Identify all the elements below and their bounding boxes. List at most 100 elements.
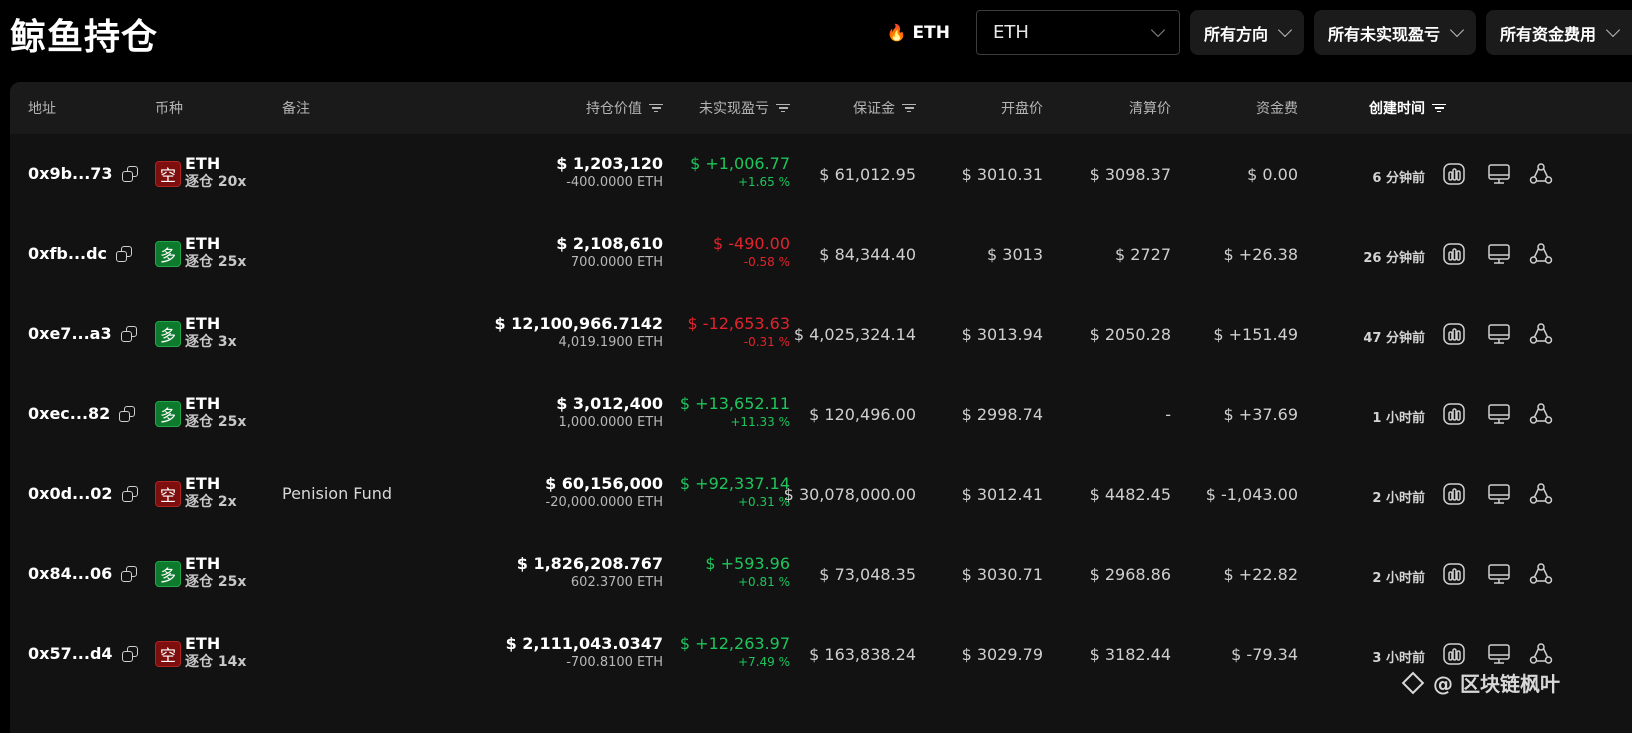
table-row[interactable]: 0x9b...73 空 ETH 逐仓 20x $ 1,203,120 -400.0000 … bbox=[10, 134, 1632, 214]
created-time: 2 小时前 bbox=[1372, 491, 1425, 506]
liq-price-value: - bbox=[1165, 405, 1171, 424]
margin-value: $ 84,344.40 bbox=[819, 245, 916, 264]
monitor-icon[interactable] bbox=[1487, 562, 1511, 586]
funding-filter-button[interactable]: 所有资金费用 bbox=[1485, 10, 1632, 55]
side-badge: 空 bbox=[155, 481, 181, 507]
share-icon[interactable] bbox=[1529, 482, 1553, 506]
pnl-percent: -0.31 % bbox=[743, 334, 790, 349]
chart-icon[interactable] bbox=[1442, 162, 1466, 186]
coin-symbol: ETH bbox=[185, 154, 221, 173]
filter-sort-icon bbox=[1432, 103, 1446, 113]
share-icon[interactable] bbox=[1529, 642, 1553, 666]
share-icon[interactable] bbox=[1529, 162, 1553, 186]
address-cell[interactable]: 0xec...82 bbox=[28, 404, 136, 423]
monitor-icon[interactable] bbox=[1487, 482, 1511, 506]
address-text[interactable]: 0xe7...a3 bbox=[28, 324, 112, 343]
pnl-value: $ +12,263.97 bbox=[679, 634, 790, 653]
coin-symbol: ETH bbox=[185, 314, 221, 333]
open-price-value: $ 3012.41 bbox=[961, 485, 1043, 504]
coin-cell: ETH 逐仓 14x bbox=[185, 634, 246, 672]
col-pnl[interactable]: 未实现盈亏 bbox=[699, 82, 790, 134]
margin-value: $ 120,496.00 bbox=[809, 405, 916, 424]
address-text[interactable]: 0x0d...02 bbox=[28, 484, 113, 503]
chart-icon[interactable] bbox=[1442, 402, 1466, 426]
copy-icon[interactable] bbox=[119, 405, 136, 422]
created-time: 1 小时前 bbox=[1372, 411, 1425, 426]
monitor-icon[interactable] bbox=[1487, 402, 1511, 426]
col-liq-price: 清算价 bbox=[1129, 101, 1171, 117]
monitor-icon[interactable] bbox=[1487, 162, 1511, 186]
chart-icon[interactable] bbox=[1442, 322, 1466, 346]
col-created[interactable]: 创建时间 bbox=[1369, 82, 1446, 134]
address-cell[interactable]: 0xfb...dc bbox=[28, 244, 133, 263]
chart-icon[interactable] bbox=[1442, 562, 1466, 586]
address-cell[interactable]: 0x84...06 bbox=[28, 564, 138, 583]
liq-price-value: $ 2727 bbox=[1115, 245, 1171, 264]
page-title: 鲸鱼持仓 bbox=[10, 17, 159, 58]
flame-icon: 🔥 bbox=[886, 23, 907, 42]
funding-value: $ +26.38 bbox=[1223, 245, 1298, 264]
watermark-text: @ 区块链枫叶 bbox=[1433, 672, 1560, 696]
table-row[interactable]: 0xe7...a3 多 ETH 逐仓 3x $ 12,100,966.7142 4,019… bbox=[10, 294, 1632, 374]
copy-icon[interactable] bbox=[121, 485, 138, 502]
table-row[interactable]: 0xec...82 多 ETH 逐仓 25x $ 3,012,400 1,000.0000… bbox=[10, 374, 1632, 454]
funding-value: $ +22.82 bbox=[1223, 565, 1298, 584]
chart-icon[interactable] bbox=[1442, 642, 1466, 666]
pnl-cell: $ -490.00 -0.58 % bbox=[713, 234, 790, 270]
coin-cell: ETH 逐仓 2x bbox=[185, 474, 237, 512]
address-text[interactable]: 0x57...d4 bbox=[28, 644, 113, 663]
col-value[interactable]: 持仓价值 bbox=[586, 82, 663, 134]
copy-icon[interactable] bbox=[116, 245, 133, 262]
address-cell[interactable]: 0x57...d4 bbox=[28, 644, 138, 663]
pnl-filter-button[interactable]: 所有未实现盈亏 bbox=[1313, 10, 1476, 55]
address-text[interactable]: 0x84...06 bbox=[28, 564, 112, 583]
address-text[interactable]: 0x9b...73 bbox=[28, 164, 113, 183]
pnl-value: $ +1,006.77 bbox=[690, 154, 790, 173]
hot-coin-tag[interactable]: 🔥 ETH bbox=[887, 23, 950, 43]
copy-icon[interactable] bbox=[121, 165, 138, 182]
share-icon[interactable] bbox=[1529, 322, 1553, 346]
table-row[interactable]: 0x84...06 多 ETH 逐仓 25x $ 1,826,208.767 602.37… bbox=[10, 534, 1632, 614]
liq-price-value: $ 3182.44 bbox=[1089, 645, 1171, 664]
leverage-text: 逐仓 3x bbox=[185, 334, 237, 350]
position-size: -20,000.0000 ETH bbox=[545, 494, 663, 510]
address-text[interactable]: 0xec...82 bbox=[28, 404, 110, 423]
direction-filter-button[interactable]: 所有方向 bbox=[1189, 10, 1304, 55]
table-row[interactable]: 0xfb...dc 多 ETH 逐仓 25x $ 2,108,610 700.0000 E… bbox=[10, 214, 1632, 294]
monitor-icon[interactable] bbox=[1487, 242, 1511, 266]
position-size: 1,000.0000 ETH bbox=[558, 414, 664, 430]
address-text[interactable]: 0xfb...dc bbox=[28, 244, 107, 263]
pnl-percent: +0.81 % bbox=[738, 574, 790, 589]
open-price-value: $ 2998.74 bbox=[961, 405, 1043, 424]
share-icon[interactable] bbox=[1529, 242, 1553, 266]
coin-symbol: ETH bbox=[185, 554, 221, 573]
address-cell[interactable]: 0x9b...73 bbox=[28, 164, 138, 183]
pnl-cell: $ +593.96 +0.81 % bbox=[705, 554, 790, 590]
table-row[interactable]: 0x57...d4 空 ETH 逐仓 14x $ 2,111,043.0347 -700.… bbox=[10, 614, 1632, 694]
coin-symbol: ETH bbox=[185, 634, 221, 653]
copy-icon[interactable] bbox=[120, 325, 137, 342]
share-icon[interactable] bbox=[1529, 562, 1553, 586]
filter-sort-icon bbox=[902, 103, 916, 113]
coin-select[interactable]: ETH bbox=[975, 10, 1180, 55]
pnl-percent: -0.58 % bbox=[743, 254, 790, 269]
table-row[interactable]: 0x0d...02 空 ETH 逐仓 2x Penision Fund $ 60,156,… bbox=[10, 454, 1632, 534]
address-cell[interactable]: 0xe7...a3 bbox=[28, 324, 137, 343]
chart-icon[interactable] bbox=[1442, 482, 1466, 506]
side-badge: 多 bbox=[155, 401, 181, 427]
col-margin[interactable]: 保证金 bbox=[853, 82, 916, 134]
chart-icon[interactable] bbox=[1442, 242, 1466, 266]
monitor-icon[interactable] bbox=[1487, 322, 1511, 346]
coin-cell: ETH 逐仓 20x bbox=[185, 154, 246, 192]
address-cell[interactable]: 0x0d...02 bbox=[28, 484, 138, 503]
copy-icon[interactable] bbox=[121, 565, 138, 582]
filter-bar: 🔥 ETH ETH 所有方向 所有未实现盈亏 所有资金费用 bbox=[887, 10, 1632, 55]
copy-icon[interactable] bbox=[121, 645, 138, 662]
side-badge: 多 bbox=[155, 321, 181, 347]
note-text: Penision Fund bbox=[282, 484, 393, 503]
liq-price-value: $ 4482.45 bbox=[1089, 485, 1171, 504]
open-price-value: $ 3013 bbox=[987, 245, 1043, 264]
position-size: 602.3700 ETH bbox=[570, 574, 663, 590]
share-icon[interactable] bbox=[1529, 402, 1553, 426]
monitor-icon[interactable] bbox=[1487, 642, 1511, 666]
